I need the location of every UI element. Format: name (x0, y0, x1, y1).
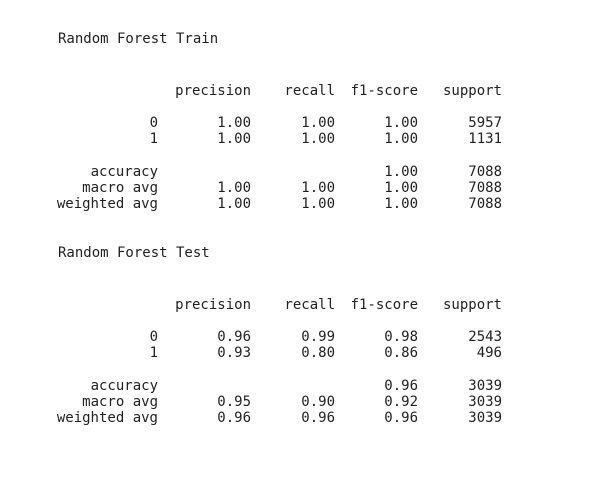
test-summary-row: weighted avg 0.96 0.96 0.96 3039 (0, 410, 600, 426)
test-header-precision: precision (175, 297, 251, 313)
f1-value: 1.00 (384, 164, 418, 180)
row-label: weighted avg (56, 410, 158, 426)
f1-value: 1.00 (384, 115, 418, 131)
row-label: macro avg (82, 180, 158, 196)
train-header-recall: recall (284, 83, 335, 99)
support-value: 7088 (468, 196, 502, 212)
train-report-title: Random Forest Train (58, 31, 219, 47)
precision-value: 1.00 (217, 115, 251, 131)
recall-value: 0.96 (301, 410, 335, 426)
test-class-row: 1 0.93 0.80 0.86 496 (0, 345, 600, 361)
train-header-precision: precision (175, 83, 251, 99)
support-value: 3039 (468, 378, 502, 394)
recall-value: 1.00 (301, 180, 335, 196)
recall-value: 1.00 (301, 115, 335, 131)
f1-value: 0.96 (384, 378, 418, 394)
recall-value: 0.90 (301, 394, 335, 410)
support-value: 3039 (468, 394, 502, 410)
row-label: 0 (149, 115, 158, 131)
test-header-f1: f1-score (350, 297, 418, 313)
support-value: 2543 (468, 329, 502, 345)
row-label: 1 (149, 345, 158, 361)
recall-value: 0.99 (301, 329, 335, 345)
precision-value: 0.96 (217, 410, 251, 426)
test-report-title: Random Forest Test (58, 245, 210, 261)
row-label: weighted avg (56, 196, 158, 212)
precision-value: 1.00 (217, 131, 251, 147)
support-value: 1131 (468, 131, 502, 147)
row-label: 0 (149, 329, 158, 345)
test-class-row: 0 0.96 0.99 0.98 2543 (0, 329, 600, 345)
train-header-support: support (442, 83, 502, 99)
train-summary-row: macro avg 1.00 1.00 1.00 7088 (0, 180, 600, 196)
train-class-row: 1 1.00 1.00 1.00 1131 (0, 131, 600, 147)
f1-value: 0.96 (384, 410, 418, 426)
test-summary-row: macro avg 0.95 0.90 0.92 3039 (0, 394, 600, 410)
test-header-support: support (442, 297, 502, 313)
train-summary-row: accuracy 1.00 7088 (0, 164, 600, 180)
train-summary-row: weighted avg 1.00 1.00 1.00 7088 (0, 196, 600, 212)
row-label: macro avg (82, 394, 158, 410)
recall-value: 0.80 (301, 345, 335, 361)
test-header-recall: recall (284, 297, 335, 313)
support-value: 7088 (468, 164, 502, 180)
support-value: 3039 (468, 410, 502, 426)
precision-value: 0.93 (217, 345, 251, 361)
train-class-row: 0 1.00 1.00 1.00 5957 (0, 115, 600, 131)
row-label: accuracy (90, 378, 158, 394)
support-value: 5957 (468, 115, 502, 131)
support-value: 496 (476, 345, 502, 361)
f1-value: 0.86 (384, 345, 418, 361)
train-header-row: precision recall f1-score support (0, 83, 600, 99)
recall-value: 1.00 (301, 196, 335, 212)
train-header-f1: f1-score (350, 83, 418, 99)
f1-value: 1.00 (384, 180, 418, 196)
f1-value: 0.92 (384, 394, 418, 410)
f1-value: 1.00 (384, 196, 418, 212)
classification-report-output: Random Forest Train precision recall f1-… (0, 0, 600, 500)
precision-value: 1.00 (217, 196, 251, 212)
precision-value: 0.95 (217, 394, 251, 410)
support-value: 7088 (468, 180, 502, 196)
precision-value: 1.00 (217, 180, 251, 196)
test-summary-row: accuracy 0.96 3039 (0, 378, 600, 394)
f1-value: 0.98 (384, 329, 418, 345)
f1-value: 1.00 (384, 131, 418, 147)
recall-value: 1.00 (301, 131, 335, 147)
row-label: accuracy (90, 164, 158, 180)
test-header-row: precision recall f1-score support (0, 297, 600, 313)
row-label: 1 (149, 131, 158, 147)
precision-value: 0.96 (217, 329, 251, 345)
